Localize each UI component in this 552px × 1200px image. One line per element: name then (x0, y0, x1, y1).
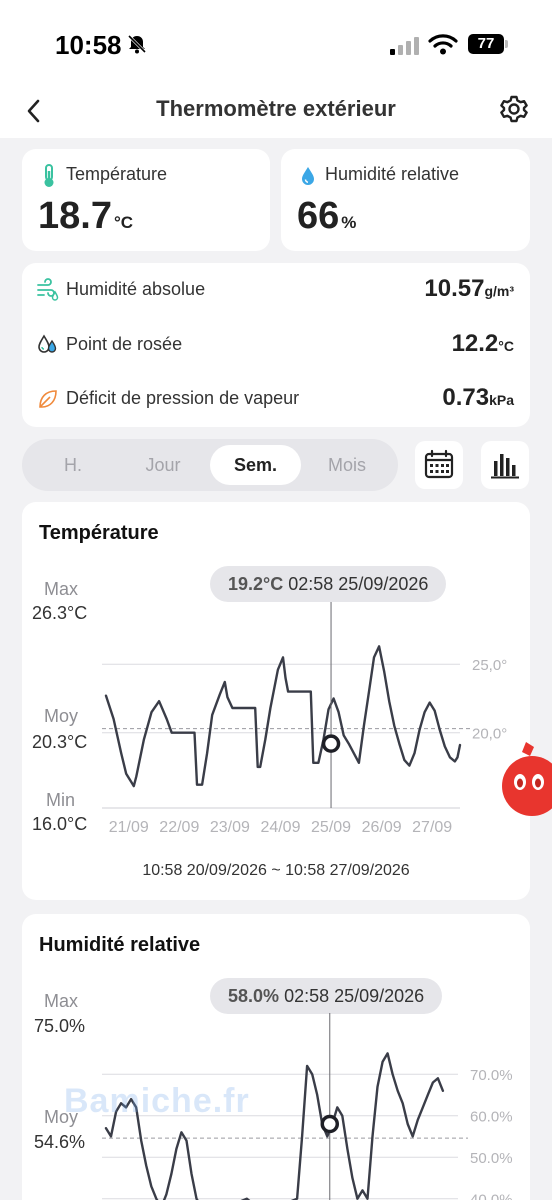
bar-chart-icon (491, 454, 519, 479)
temperature-chart[interactable]: 25,0° 20,0° 21/09 22/09 23/09 24/09 25/09 26/09… (22, 502, 530, 852)
humidity-y-tick: 60.0% (470, 1109, 513, 1126)
dew-point-value: 12.2°C (451, 330, 514, 357)
settings-button[interactable] (497, 92, 531, 126)
stats-button[interactable] (481, 441, 529, 489)
status-bar: 10:58 77 (0, 0, 552, 90)
humidity-chart-card: Humidité relative 58.0% 02:58 25/09/2026… (22, 914, 530, 1200)
mascot-icon[interactable] (500, 742, 552, 822)
absolute-humidity-row[interactable]: Humidité absolue 10.57g/m³ (22, 263, 530, 317)
vpd-label: Déficit de pression de vapeur (66, 388, 300, 408)
wind-droplet-icon (37, 278, 59, 301)
water-drop-icon (302, 167, 314, 185)
humidity-series-line (104, 1052, 445, 1200)
tab-month[interactable]: Mois (302, 445, 392, 485)
calendar-button[interactable] (415, 441, 463, 489)
humidity-chart[interactable]: 70.0% 60.0% 50.0% 40.0% (22, 914, 530, 1200)
humidity-y-tick: 70.0% (470, 1067, 513, 1084)
temperature-selected-point (321, 734, 341, 753)
temperature-y-tick: 25,0° (472, 657, 507, 674)
cellular-signal-icon (390, 37, 419, 55)
temperature-value: 18.7 °C (38, 195, 134, 237)
temperature-y-tick: 20,0° (472, 726, 507, 743)
absolute-humidity-value: 10.57g/m³ (424, 275, 514, 302)
absolute-humidity-label: Humidité absolue (66, 279, 206, 299)
humidity-selected-point (320, 1114, 340, 1134)
temperature-series-line (104, 645, 462, 788)
temperature-x-tick: 23/09 (210, 819, 250, 836)
thermometer-icon (44, 164, 54, 187)
temperature-card[interactable]: Température 18.7 °C (22, 149, 270, 251)
humidity-value: 66% (297, 195, 357, 237)
period-selector: H. Jour Sem. Mois (22, 439, 398, 491)
temperature-chart-card: Température 19.2°C 02:58 25/09/2026 Max … (22, 502, 530, 900)
humidity-label: Humidité relative (325, 164, 460, 184)
vpd-value: 0.73kPa (442, 384, 514, 411)
leaf-icon (39, 390, 57, 408)
status-time: 10:58 (55, 30, 122, 60)
wifi-icon (428, 34, 458, 55)
temperature-x-tick: 22/09 (159, 819, 199, 836)
tab-week[interactable]: Sem. (210, 445, 301, 485)
temperature-label: Température (66, 164, 168, 184)
dew-point-label: Point de rosée (66, 334, 183, 354)
temperature-x-tick: 26/09 (362, 819, 402, 836)
details-card: Humidité absolue 10.57g/m³ Point de rosé… (22, 263, 530, 427)
bell-muted-icon (127, 34, 147, 54)
gear-icon (500, 95, 528, 123)
battery-indicator: 77 (468, 34, 504, 54)
temperature-x-tick: 24/09 (260, 819, 300, 836)
dew-point-row[interactable]: Point de rosée 12.2°C (22, 318, 530, 372)
temperature-x-tick: 21/09 (109, 819, 149, 836)
humidity-y-tick: 40.0% (470, 1192, 513, 1200)
battery-tip (505, 40, 508, 48)
watermark: Bamiche.fr (64, 1082, 250, 1120)
page-title: Thermomètre extérieur (156, 96, 396, 121)
calendar-icon (424, 449, 454, 479)
humidity-y-tick: 50.0% (470, 1150, 513, 1167)
temperature-x-tick: 25/09 (311, 819, 351, 836)
tab-day[interactable]: Jour (118, 445, 208, 485)
temperature-date-range: 10:58 20/09/2026 ~ 10:58 27/09/2026 (142, 862, 410, 879)
dew-point-icon (38, 334, 57, 353)
vpd-row[interactable]: Déficit de pression de vapeur 0.73kPa (22, 372, 530, 426)
temperature-x-tick: 27/09 (412, 819, 452, 836)
humidity-card[interactable]: Humidité relative 66% (281, 149, 530, 251)
navigation-bar: Thermomètre extérieur (0, 90, 552, 138)
tab-hour[interactable]: H. (28, 445, 118, 485)
